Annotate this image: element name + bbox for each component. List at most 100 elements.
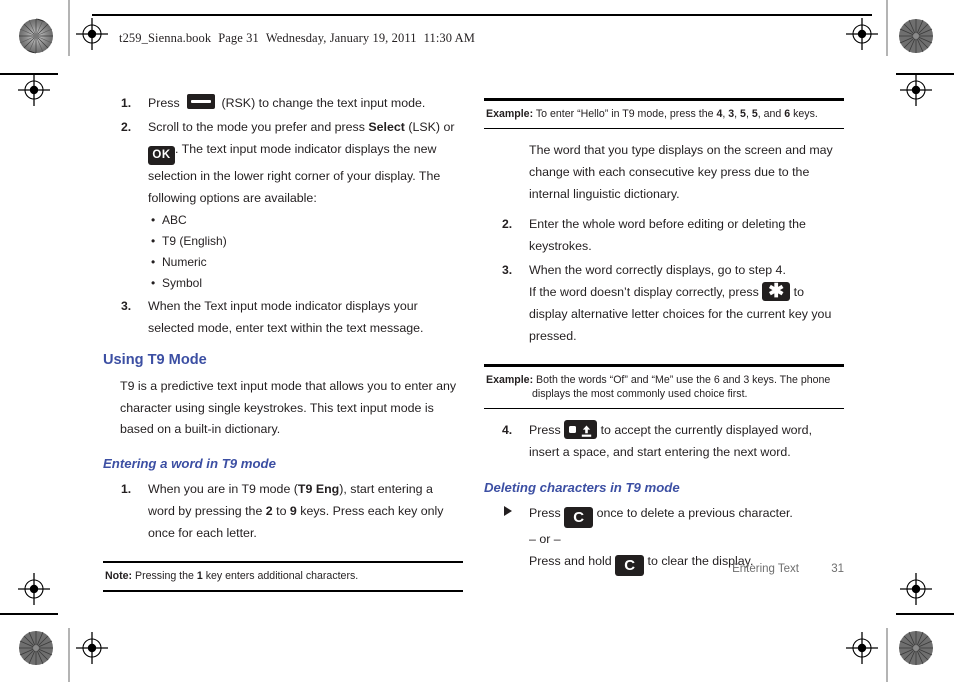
step2-select-bold: Select bbox=[368, 120, 405, 134]
step-body: When the Text input mode indicator displ… bbox=[148, 299, 424, 335]
registration-target-bottom-left bbox=[76, 632, 108, 669]
t9-eng-bold: T9 Eng bbox=[297, 481, 340, 496]
registration-starburst-top-left bbox=[18, 18, 54, 54]
t9-step-text-c: to bbox=[272, 503, 290, 518]
step-item: 2. Scroll to the mode you prefer and pre… bbox=[103, 116, 463, 209]
registration-target-bottom-right bbox=[846, 632, 878, 669]
step-body: Enter the whole word before editing or d… bbox=[529, 217, 806, 254]
list-item-symbol: Symbol bbox=[103, 273, 463, 294]
example1-content: Example: To enter “Hello” in T9 mode, pr… bbox=[484, 101, 844, 128]
registration-target-top-right bbox=[846, 18, 878, 55]
example1-text-b: keys. bbox=[790, 107, 818, 120]
key-2-bold: 2 bbox=[265, 503, 273, 518]
example-callout-1: Example: To enter “Hello” in T9 mode, pr… bbox=[484, 98, 844, 130]
step1-pre-text: Press bbox=[148, 96, 180, 110]
list-item-abc: ABC bbox=[103, 210, 463, 231]
step2-text-b: (LSK) or bbox=[404, 120, 455, 134]
rsk-dash-key-icon bbox=[186, 94, 215, 109]
section-heading-using-t9: Using T9 Mode bbox=[103, 352, 207, 368]
delete-text-b: once to delete a previous character. bbox=[593, 506, 793, 521]
step-body: When you are in T9 mode (T9 Eng), start … bbox=[148, 482, 444, 540]
registration-starburst-bottom-left bbox=[18, 630, 54, 666]
step2-text-a: Scroll to the mode you prefer and press bbox=[148, 120, 369, 134]
space-shift-key-icon bbox=[564, 420, 598, 440]
example2-text-b: displays the most commonly used choice f… bbox=[532, 387, 748, 400]
intro-paragraph: The word that you type displays on the s… bbox=[529, 143, 833, 202]
step-body: Scroll to the mode you prefer and press … bbox=[148, 120, 455, 205]
step3-sub-text-a: If the word doesn’t display correctly, p… bbox=[529, 285, 763, 300]
example2-label: Example: bbox=[486, 373, 534, 386]
step-number: 2. bbox=[121, 120, 132, 134]
example1-label: Example: bbox=[486, 107, 534, 120]
example2-content: Example: Both the words “Of” and “Me” us… bbox=[484, 367, 844, 408]
ok-key-icon: OK bbox=[148, 146, 175, 165]
intro-paragraph-block: The word that you type displays on the s… bbox=[484, 139, 844, 205]
registration-starburst-bottom-right bbox=[898, 630, 934, 666]
example1-text-a: To enter “Hello” in T9 mode, press the bbox=[533, 107, 717, 120]
note-rule-bottom bbox=[103, 590, 463, 592]
text-mode-options-list: ABC T9 (English) Numeric Symbol bbox=[103, 210, 463, 294]
clear-key-icon: C bbox=[564, 507, 594, 529]
crop-mark-vertical-right bbox=[886, 0, 888, 56]
step-item: 4. Press to accept the currently display… bbox=[484, 419, 844, 463]
delete-text-c: Press and hold bbox=[529, 554, 616, 569]
step-item: 3. When the word correctly displays, go … bbox=[484, 259, 844, 347]
header-time: 11:30 AM bbox=[423, 31, 475, 45]
step-body: Press to accept the currently displayed … bbox=[529, 420, 812, 459]
note-text-b: key enters additional characters. bbox=[202, 570, 359, 583]
crop-mark-vertical-left-bottom bbox=[68, 628, 70, 682]
note-callout: Note: Pressing the 1 key enters addition… bbox=[103, 560, 463, 592]
left-column: 1. Press (RSK) to change the text input … bbox=[103, 92, 463, 592]
section-paragraph: T9 is a predictive text input mode that … bbox=[120, 379, 457, 436]
delete-line-1: Press C once to delete a previous charac… bbox=[529, 506, 793, 529]
step-number: 2. bbox=[502, 217, 513, 232]
subsection-heading-deleting-characters: Deleting characters in T9 mode bbox=[484, 480, 680, 496]
t9-step-text-a: When you are in T9 mode ( bbox=[148, 481, 298, 496]
step-item: 2. Enter the whole word before editing o… bbox=[484, 213, 844, 257]
step2-text-c: . The text input mode indicator displays… bbox=[148, 142, 441, 205]
or-separator: – or – bbox=[529, 532, 561, 547]
step-body: When the word correctly displays, go to … bbox=[529, 263, 831, 343]
footer-section-title: Entering Text bbox=[732, 563, 799, 575]
step1-post-text: (RSK) to change the text input mode. bbox=[221, 96, 426, 110]
crop-mark-left-upper bbox=[0, 73, 58, 75]
header-date: Wednesday, January 19, 2011 bbox=[265, 31, 417, 45]
key-9-bold: 9 bbox=[289, 503, 297, 518]
example2-text-a: Both the words “Of” and “Me” use the 6 a… bbox=[533, 373, 831, 386]
step-item: 3. When the Text input mode indicator di… bbox=[103, 295, 463, 339]
note-text-a: Pressing the bbox=[132, 570, 197, 583]
step-item: 1. Press (RSK) to change the text input … bbox=[103, 92, 463, 114]
registration-target-top-left bbox=[76, 18, 108, 55]
triangle-bullet-icon bbox=[504, 506, 512, 517]
header-book-name: t259_Sienna.book bbox=[119, 31, 212, 45]
document-header: t259_Sienna.book Page 31 Wednesday, Januar… bbox=[119, 31, 475, 46]
step-number: 3. bbox=[502, 263, 513, 278]
crop-mark-right-upper bbox=[896, 73, 954, 75]
delete-instruction-block: Press C once to delete a previous charac… bbox=[484, 502, 844, 529]
step-body: Press (RSK) to change the text input mod… bbox=[148, 94, 426, 110]
registration-starburst-top-right bbox=[898, 18, 934, 54]
example1-sep-4: , and bbox=[757, 107, 785, 120]
note-content: Note: Pressing the 1 key enters addition… bbox=[103, 563, 463, 590]
asterisk-key-icon: ✱ bbox=[762, 281, 791, 302]
crop-mark-top bbox=[92, 14, 872, 16]
header-page-label: Page 31 bbox=[218, 31, 259, 45]
footer-page-number: 31 bbox=[831, 563, 844, 575]
registration-target-left-upper bbox=[18, 74, 50, 111]
delete-text-a: Press bbox=[529, 506, 565, 521]
crop-mark-left-lower bbox=[0, 613, 58, 615]
step-number: 1. bbox=[121, 481, 132, 496]
crop-mark-vertical-left bbox=[68, 0, 70, 56]
example-callout-2: Example: Both the words “Of” and “Me” us… bbox=[484, 364, 844, 410]
step3-main-text: When the word correctly displays, go to … bbox=[529, 263, 786, 278]
example1-rule-bottom bbox=[484, 127, 844, 130]
step-number: 4. bbox=[502, 423, 513, 438]
crop-mark-vertical-right-bottom bbox=[886, 628, 888, 682]
right-column: Example: To enter “Hello” in T9 mode, pr… bbox=[484, 92, 844, 577]
list-item-t9-english: T9 (English) bbox=[103, 231, 463, 252]
subsection-heading-entering-word: Entering a word in T9 mode bbox=[103, 455, 276, 471]
clear-key-icon: C bbox=[615, 555, 645, 577]
list-item-numeric: Numeric bbox=[103, 252, 463, 273]
registration-target-right-lower bbox=[900, 573, 932, 610]
step-item: 1. When you are in T9 mode (T9 Eng), sta… bbox=[103, 478, 463, 544]
